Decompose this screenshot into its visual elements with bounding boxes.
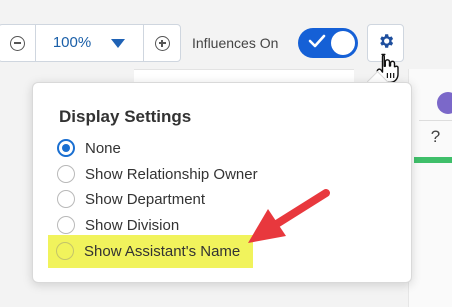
zoom-out-button[interactable]: [0, 25, 36, 61]
radio-relationship-owner[interactable]: [57, 165, 75, 183]
influences-toggle[interactable]: [298, 28, 358, 58]
radio-department[interactable]: [57, 190, 75, 208]
toggle-knob: [331, 31, 355, 55]
caret-down-icon[interactable]: [111, 39, 125, 48]
plus-circle-icon: [154, 35, 170, 51]
zoom-control: 100%: [0, 24, 181, 62]
option-label: None: [85, 139, 121, 157]
option-assistant-name[interactable]: Show Assistant's Name: [56, 239, 240, 263]
option-department[interactable]: Show Department: [57, 187, 205, 211]
avatar: [437, 92, 452, 114]
radio-division[interactable]: [57, 216, 75, 234]
influences-label: Influences On: [192, 35, 279, 51]
option-relationship-owner[interactable]: Show Relationship Owner: [57, 162, 258, 186]
radio-none[interactable]: [57, 139, 75, 157]
option-label: Show Division: [85, 216, 180, 234]
option-division[interactable]: Show Division: [57, 213, 179, 237]
minus-circle-icon: [9, 35, 25, 51]
option-label: Show Department: [85, 190, 206, 208]
status-bar: [414, 157, 452, 163]
option-none[interactable]: None: [57, 136, 121, 160]
checkmark-icon: [308, 34, 326, 53]
option-label: Show Relationship Owner: [85, 165, 258, 183]
radio-assistant-name[interactable]: [56, 242, 74, 260]
zoom-in-button[interactable]: [143, 25, 180, 61]
popover-title: Display Settings: [59, 107, 192, 126]
option-label: Show Assistant's Name: [84, 242, 241, 260]
zoom-value[interactable]: 100%: [36, 25, 108, 61]
help-cell: ?: [419, 120, 452, 153]
